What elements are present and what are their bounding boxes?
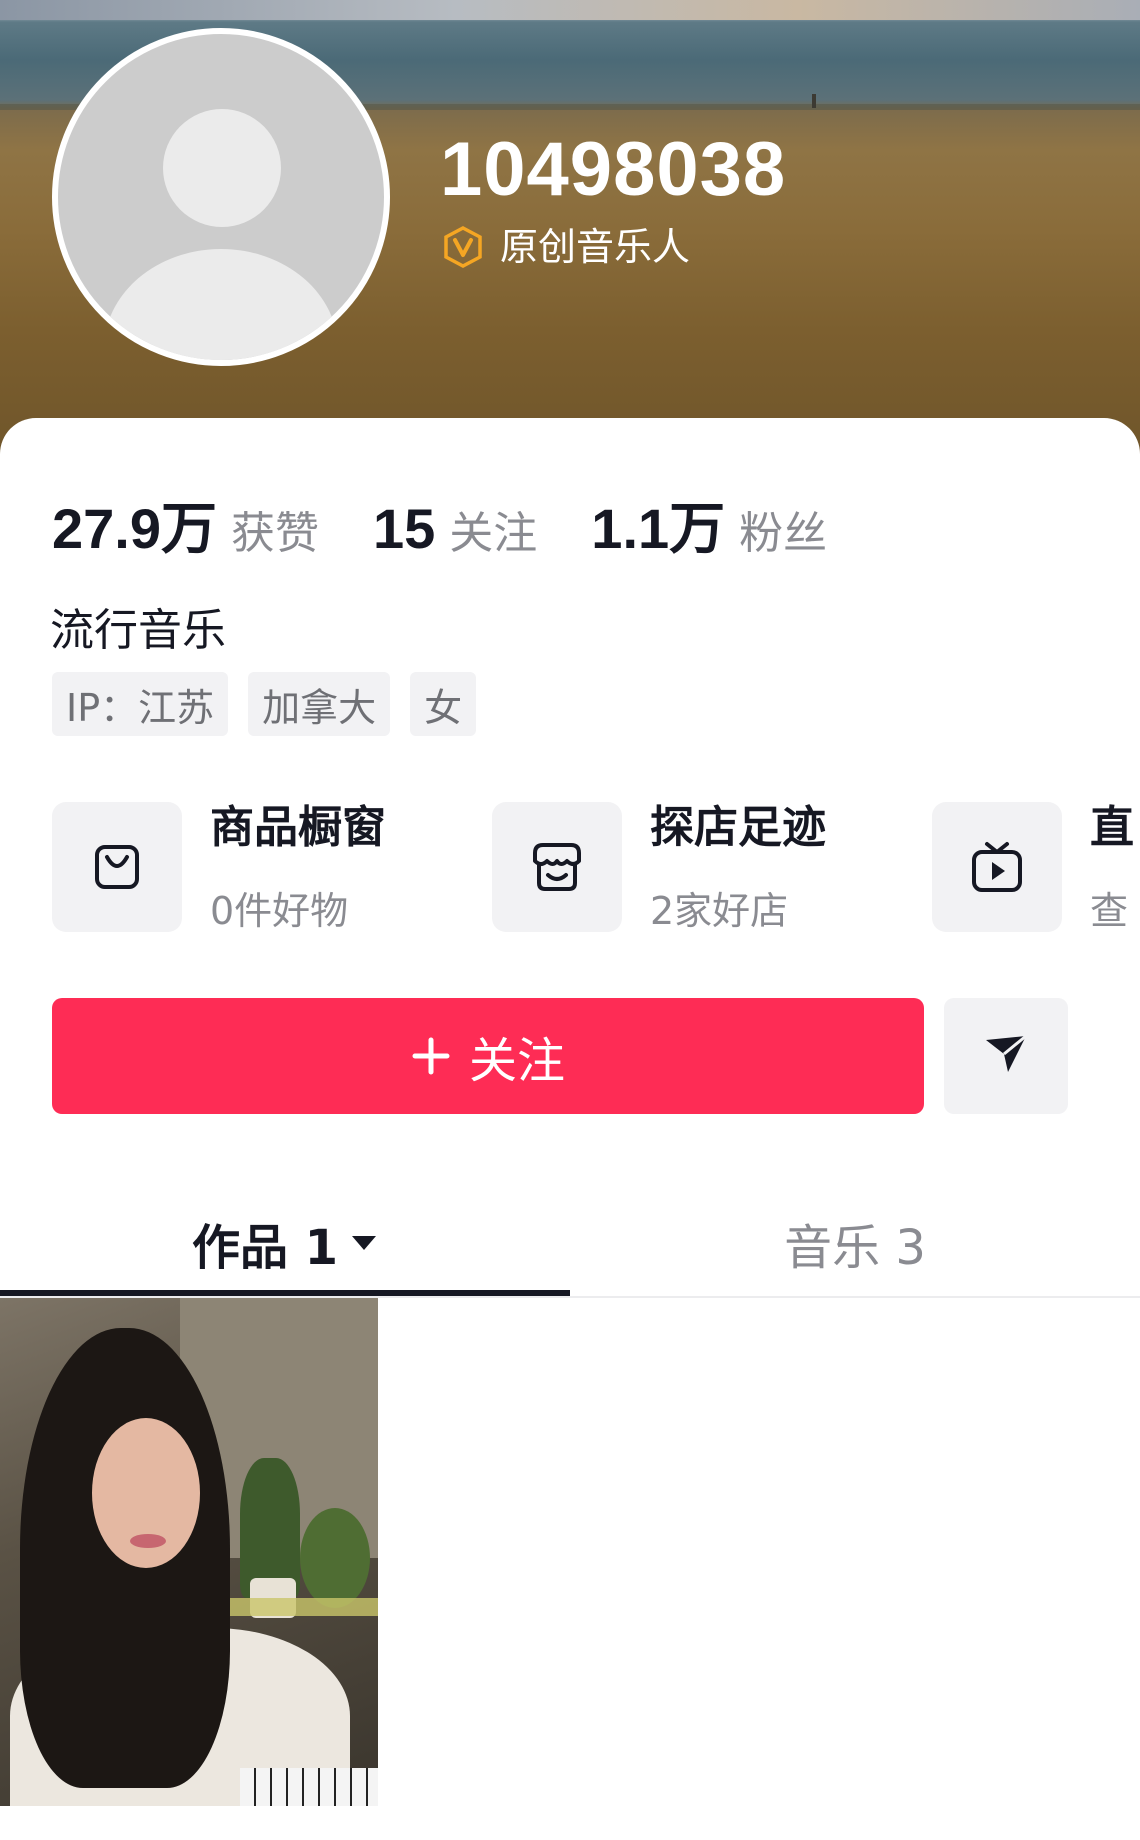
- thumb-piano-keys: [240, 1768, 378, 1806]
- follow-label: 关注: [468, 1035, 565, 1088]
- shopping-bag-icon: [52, 802, 182, 932]
- plus-icon: [411, 1026, 451, 1086]
- tv-play-icon: [932, 802, 1062, 932]
- stat-likes-value: 27.9万: [52, 497, 217, 560]
- feature-shop-window-title: 商品橱窗: [210, 802, 386, 853]
- tab-works-label: 作品 1: [191, 1220, 339, 1276]
- feature-live[interactable]: 直 查: [932, 802, 1134, 932]
- stat-following[interactable]: 15 关注: [373, 496, 537, 561]
- tab-music-label: 音乐 3: [784, 1220, 926, 1276]
- active-tab-indicator: [0, 1290, 570, 1296]
- tag-location: 加拿大: [248, 672, 391, 736]
- stat-following-label: 关注: [449, 508, 538, 559]
- banner-post: [812, 94, 816, 108]
- feature-store-visits-title: 探店足迹: [650, 802, 826, 853]
- avatar[interactable]: [52, 28, 390, 366]
- stat-followers[interactable]: 1.1万 粉丝: [591, 484, 827, 565]
- thumb-person-mouth: [130, 1534, 166, 1548]
- banner-sky: [0, 0, 1140, 20]
- stat-likes[interactable]: 27.9万 获赞: [52, 484, 319, 565]
- stat-following-value: 15: [373, 497, 436, 560]
- video-thumbnail[interactable]: [0, 1298, 378, 1806]
- thumb-plant: [300, 1508, 370, 1608]
- stat-likes-label: 获赞: [231, 508, 319, 559]
- tab-works[interactable]: 作品 1: [0, 1188, 570, 1298]
- feature-live-title: 直: [1090, 802, 1134, 853]
- follow-button[interactable]: 关注: [52, 998, 924, 1114]
- stat-followers-value: 1.1万: [591, 497, 726, 560]
- paper-plane-icon: [982, 1030, 1030, 1082]
- feature-live-subtitle: 查: [1090, 889, 1129, 932]
- shop-icon: [492, 802, 622, 932]
- send-message-button[interactable]: [944, 998, 1068, 1114]
- profile-banner: 10498038 原创音乐人: [0, 0, 1140, 460]
- feature-store-visits[interactable]: 探店足迹 2家好店: [492, 802, 826, 932]
- verified-v-icon: [442, 226, 484, 268]
- stats-row: 27.9万 获赞 15 关注 1.1万 粉丝: [52, 484, 881, 565]
- bio-text: 流行音乐: [50, 605, 226, 656]
- content-tabs: 作品 1 音乐 3: [0, 1188, 1140, 1298]
- avatar-body: [104, 249, 338, 360]
- thumb-plant: [240, 1458, 300, 1598]
- verify-badge[interactable]: 原创音乐人: [442, 226, 690, 268]
- avatar-head: [163, 109, 281, 227]
- feature-shop-window[interactable]: 商品橱窗 0件好物: [52, 802, 386, 932]
- feature-store-visits-subtitle: 2家好店: [650, 889, 789, 932]
- username: 10498038: [440, 127, 787, 212]
- tag-ip: IP：江苏: [52, 672, 229, 736]
- caret-down-icon: [350, 1226, 378, 1261]
- feature-row: 商品橱窗 0件好物 探店足迹 2家好店 直 查: [52, 802, 1140, 932]
- stat-followers-label: 粉丝: [739, 508, 828, 559]
- feature-shop-window-subtitle: 0件好物: [210, 889, 349, 932]
- tag-gender: 女: [410, 672, 477, 736]
- verify-label: 原创音乐人: [500, 225, 691, 269]
- tag-list: IP：江苏 加拿大 女: [52, 672, 496, 736]
- profile-page: 10498038 原创音乐人 27.9万 获赞 15 关注 1.1万 粉丝 流行…: [0, 0, 1140, 1840]
- tab-music[interactable]: 音乐 3: [570, 1188, 1140, 1298]
